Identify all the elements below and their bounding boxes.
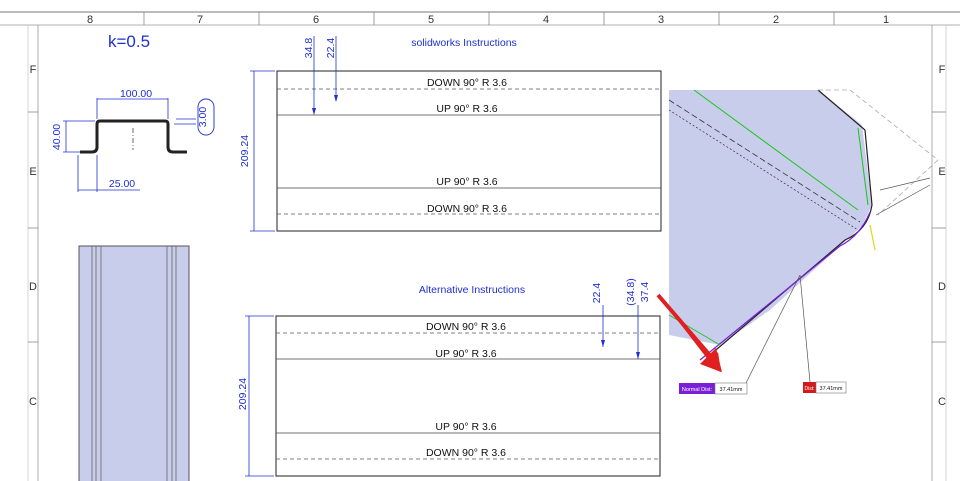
sw-bend-3: UP 90° R 3.6 (436, 176, 497, 188)
sw-bend-1: DOWN 90° R 3.6 (427, 77, 507, 89)
alt-offset-b: (34.8) (625, 278, 637, 305)
alt-bend-4: DOWN 90° R 3.6 (426, 447, 506, 459)
red-distance-callout: Dist: 37.41mm (803, 381, 847, 394)
zone-col-1: 1 (883, 14, 889, 26)
zone-row-right-c: C (938, 396, 946, 408)
zone-row-right-e: E (938, 166, 945, 178)
normal-dist-value: 37.41mm (720, 387, 743, 393)
solidworks-title: solidworks Instructions (411, 37, 517, 49)
zone-col-7: 7 (197, 14, 203, 26)
sw-offset-b: 22.4 (325, 38, 337, 59)
alternative-title: Alternative Instructions (419, 284, 525, 296)
zone-row-left-e: E (29, 166, 36, 178)
sw-bend-4: DOWN 90° R 3.6 (427, 203, 507, 215)
drawing-sheet: 8 7 6 5 4 3 2 1 F E D C F E D C k=0.5 10… (0, 0, 960, 481)
zone-row-right-d: D (938, 281, 946, 293)
dim-top-width: 100.00 (120, 88, 152, 100)
sw-bend-2: UP 90° R 3.6 (436, 103, 497, 115)
zone-row-left-c: C (29, 396, 37, 408)
dim-height: 40.00 (51, 124, 63, 150)
alt-offset-a: 22.4 (591, 283, 603, 304)
red-dist-value: 37.41mm (820, 386, 843, 392)
sw-width-dim: 209.24 (239, 135, 251, 167)
part-body (78, 245, 190, 481)
zone-col-4: 4 (543, 14, 549, 26)
alt-bend-1: DOWN 90° R 3.6 (426, 321, 506, 333)
zone-col-8: 8 (87, 14, 93, 26)
zone-col-2: 2 (773, 14, 779, 26)
normal-dist-label: Normal Dist: (682, 387, 713, 393)
dim-thickness: 3.00 (197, 107, 209, 128)
zone-col-3: 3 (658, 14, 664, 26)
sw-offset-a: 34.8 (303, 38, 315, 59)
zone-col-6: 6 (313, 14, 319, 26)
zone-row-left-d: D (29, 281, 37, 293)
part-front-view (78, 245, 190, 481)
alt-width-dim: 209.24 (237, 378, 249, 410)
zone-col-5: 5 (428, 14, 434, 26)
alt-bend-3: UP 90° R 3.6 (435, 421, 496, 433)
k-factor-label: k=0.5 (108, 32, 150, 51)
alt-offset-c: 37.4 (639, 282, 651, 303)
red-dist-label: Dist: (805, 386, 815, 392)
zone-row-left-f: F (30, 64, 37, 76)
alt-bend-2: UP 90° R 3.6 (435, 348, 496, 360)
dim-flange: 25.00 (109, 178, 135, 190)
normal-distance-callout: Normal Dist: 37.41mm (679, 382, 748, 395)
zone-row-right-f: F (939, 64, 946, 76)
